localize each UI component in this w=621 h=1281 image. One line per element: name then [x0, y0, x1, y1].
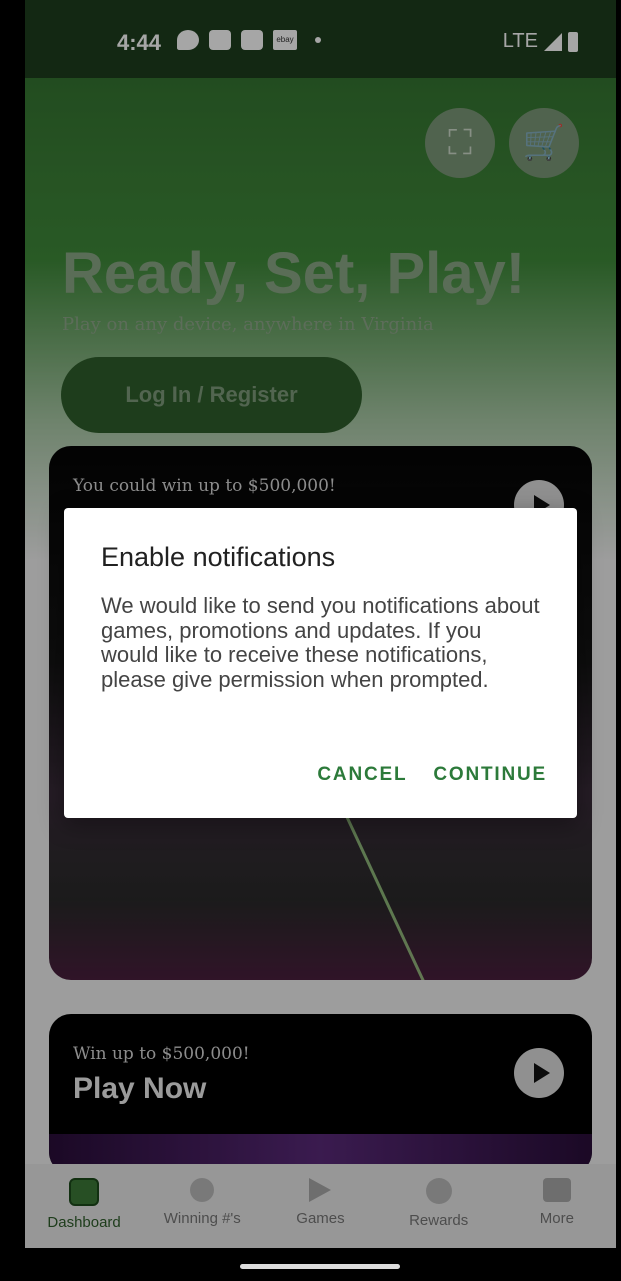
- dialog-message: We would like to send you notifications …: [101, 593, 540, 692]
- gesture-nav-area: [25, 1248, 616, 1281]
- cancel-button[interactable]: CANCEL: [317, 764, 407, 786]
- dialog-actions: CANCEL CONTINUE: [317, 764, 547, 786]
- app-screen: 4:44 ebay LTE ⛶ 🛒 Ready, Set, Play! Play…: [25, 0, 616, 1281]
- notification-dialog: Enable notifications We would like to se…: [64, 508, 577, 818]
- continue-button[interactable]: CONTINUE: [433, 764, 547, 786]
- home-indicator[interactable]: [240, 1264, 400, 1269]
- dialog-title: Enable notifications: [101, 542, 336, 572]
